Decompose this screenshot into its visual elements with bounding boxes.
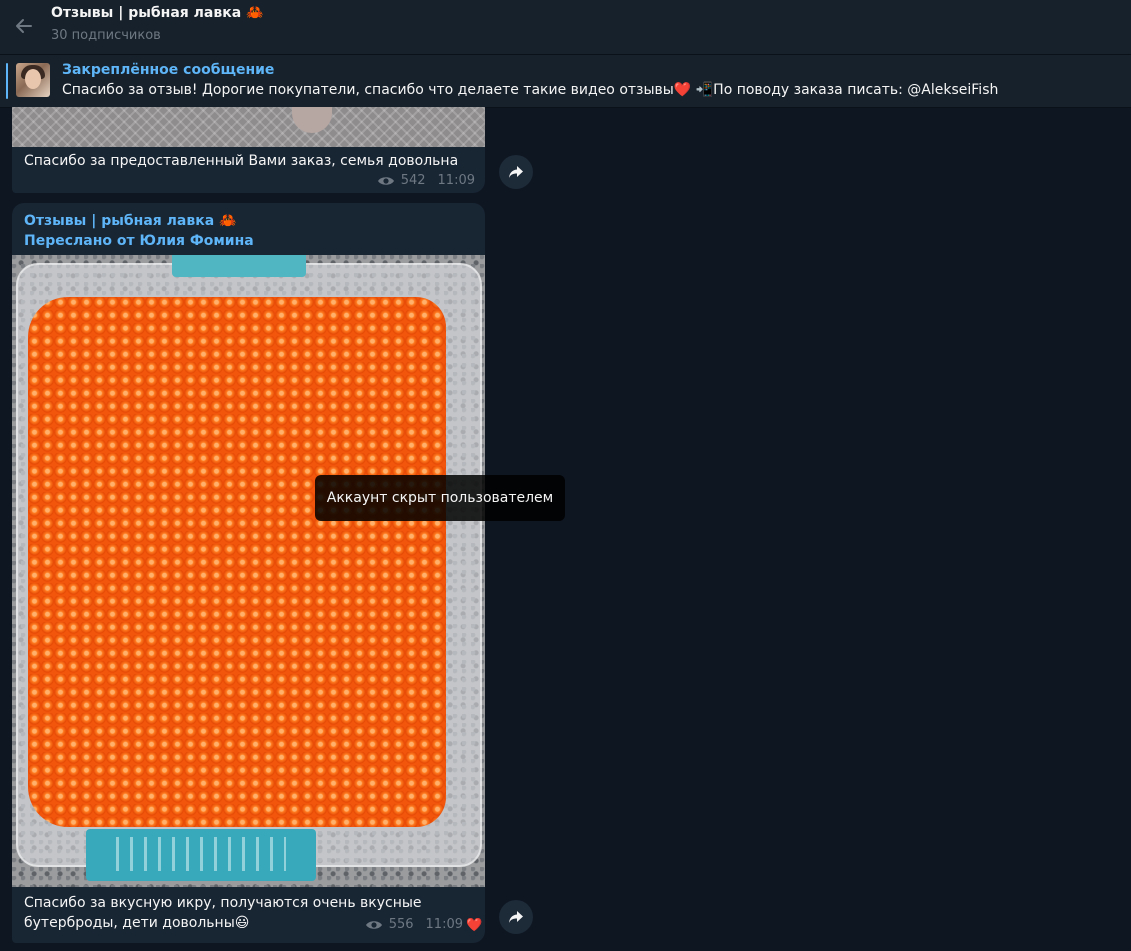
share-button[interactable] (499, 155, 533, 189)
message-bubble[interactable]: Спасибо за предоставленный Вами заказ, с… (12, 107, 485, 193)
message-time: 11:09 (425, 917, 463, 932)
pinned-title: Закреплённое сообщение (62, 62, 275, 78)
arrow-left-icon (16, 19, 32, 33)
message-bubble[interactable]: Отзывы | рыбная лавка 🦀 Переслано от Юли… (12, 203, 485, 943)
view-count: 542 (400, 173, 426, 188)
pinned-indicator (6, 63, 8, 99)
container-latch-bottom (86, 829, 316, 881)
share-arrow-icon (509, 166, 523, 178)
message-photo[interactable] (12, 255, 485, 887)
message-caption: Спасибо за предоставленный Вами заказ, с… (24, 153, 459, 169)
red-caviar (28, 297, 446, 827)
share-arrow-icon (509, 911, 523, 923)
pinned-thumbnail (16, 63, 50, 97)
eye-icon (365, 920, 382, 929)
message-author[interactable]: Отзывы | рыбная лавка 🦀 (24, 213, 236, 229)
view-count: 556 (388, 917, 414, 932)
container-latch-top (172, 255, 306, 277)
pinned-text-before: Спасибо за отзыв! Дорогие покупатели, сп… (62, 82, 674, 98)
back-button[interactable] (8, 10, 40, 42)
message-time: 11:09 (437, 173, 475, 188)
subscriber-count: 30 подписчиков (51, 28, 161, 43)
pinned-text: Спасибо за отзыв! Дорогие покупатели, сп… (62, 82, 998, 98)
message-photo[interactable] (12, 107, 485, 147)
forwarded-from[interactable]: Переслано от Юлия Фомина (24, 233, 254, 249)
hidden-account-tooltip: Аккаунт скрыт пользователем (315, 475, 565, 521)
message-meta: 542 11:09 (377, 173, 475, 188)
heart-emoji: ❤️ (673, 82, 692, 98)
eye-icon (377, 176, 394, 185)
message-meta: 556 11:09 (365, 917, 463, 932)
share-button[interactable] (499, 900, 533, 934)
pinned-text-after: 📲По поводу заказа писать: @AlekseiFish (691, 82, 999, 98)
reaction-heart[interactable]: ❤️ (466, 918, 482, 933)
pinned-message-bar[interactable]: Закреплённое сообщение Спасибо за отзыв!… (0, 55, 1131, 108)
chat-header: Отзывы | рыбная лавка 🦀 30 подписчиков (0, 0, 1131, 55)
channel-title[interactable]: Отзывы | рыбная лавка 🦀 (51, 5, 263, 21)
